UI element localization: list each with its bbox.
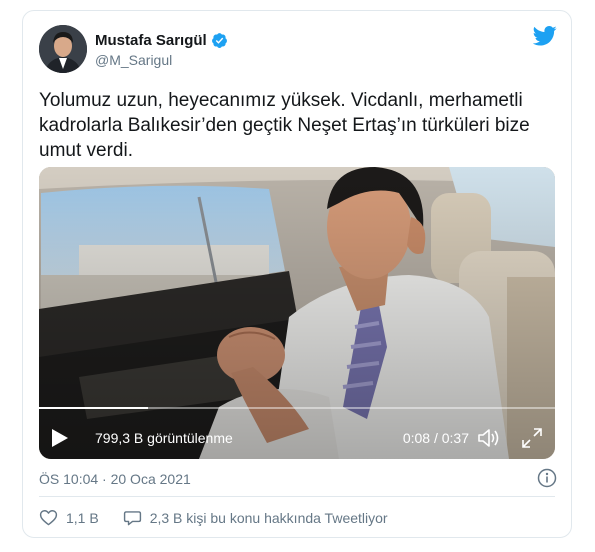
video-progress-bar[interactable] — [35, 407, 559, 409]
author-handle[interactable]: @M_Sarigul — [95, 52, 172, 68]
author-name-row[interactable]: Mustafa Sarıgül — [95, 32, 228, 49]
divider — [39, 496, 555, 497]
conversation-text: 2,3 B kişi bu konu hakkında Tweetliyor — [149, 509, 388, 526]
info-icon[interactable] — [537, 468, 557, 488]
volume-icon[interactable] — [477, 427, 501, 449]
video-controls: 799,3 B görüntülenme 0:08 / 0:37 — [39, 421, 555, 455]
video-progress-fill — [35, 407, 149, 409]
conversation-link[interactable]: 2,3 B kişi bu konu hakkında Tweetliyor — [123, 508, 388, 527]
tweet-card: Mustafa Sarıgül @M_Sarigul Yolumuz uzun,… — [22, 10, 572, 538]
avatar[interactable] — [39, 25, 87, 73]
fullscreen-icon[interactable] — [521, 427, 543, 449]
play-icon[interactable] — [51, 428, 69, 448]
verified-badge-icon — [211, 33, 227, 48]
heart-icon — [39, 510, 58, 526]
twitter-bird-icon[interactable] — [533, 25, 557, 47]
like-button[interactable]: 1,1 B — [39, 508, 99, 527]
video-player[interactable] — [39, 167, 555, 459]
video-frame — [39, 167, 555, 459]
tweet-text: Yolumuz uzun, heyecanımız yüksek. Vicdan… — [39, 90, 530, 161]
avatar-image — [39, 25, 87, 73]
tweet-actions: 1,1 B 2,3 B kişi bu konu hakkında Tweetl… — [39, 508, 388, 527]
speech-bubble-icon — [123, 511, 141, 526]
tweet-timestamp[interactable]: ÖS 10:04 · 20 Oca 2021 — [39, 471, 191, 487]
like-count: 1,1 B — [66, 509, 99, 526]
author-name[interactable]: Mustafa Sarıgül — [95, 32, 207, 49]
video-view-count: 799,3 B görüntülenme — [95, 430, 233, 446]
video-time: 0:08 / 0:37 — [402, 430, 469, 446]
